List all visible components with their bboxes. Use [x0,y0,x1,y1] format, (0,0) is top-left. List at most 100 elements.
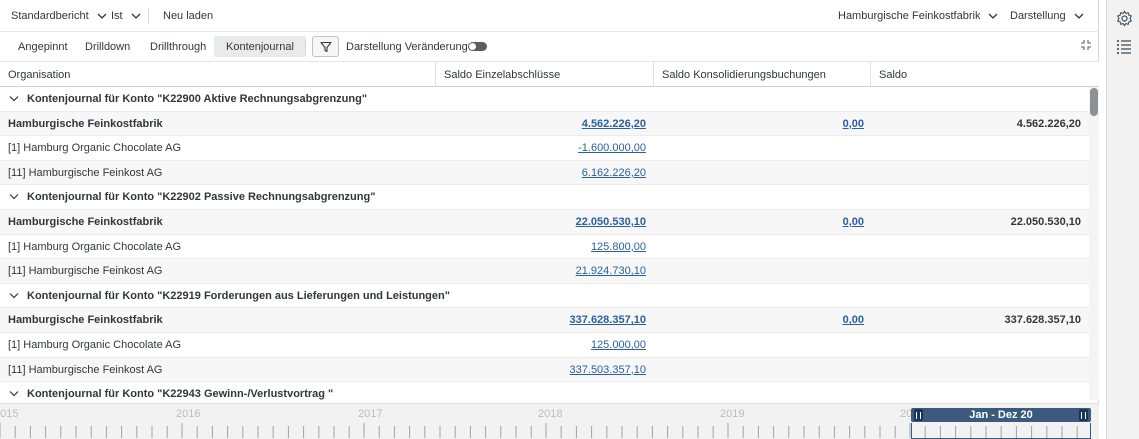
tab-angepinnt[interactable]: Angepinnt [6,36,80,57]
saldo-einzel-link[interactable]: 22.050.530,10 [576,216,646,228]
detail-row: [11] Hamburgische Feinkost AG 337.503.357… [0,357,1089,383]
gear-icon [1116,10,1132,26]
total-row: Hamburgische Feinkostfabrik 22.050.530,10… [0,209,1089,235]
chevron-down-icon[interactable] [9,95,19,103]
detail-row: [1] Hamburg Organic Chocolate AG 125.800,… [0,235,1089,260]
column-header-saldo[interactable]: Saldo [871,62,1099,87]
timeline-year: 2015 [0,408,19,420]
detail-row: [11] Hamburgische Feinkost AG 6.162.226,2… [0,160,1089,186]
total-row: Hamburgische Feinkostfabrik 4.562.226,20 0… [0,111,1089,137]
saldo-einzel-link[interactable]: 337.503.357,10 [570,364,646,376]
saldo-einzel-link[interactable]: 125.800,00 [591,241,646,253]
org-cell: Hamburgische Feinkostfabrik [8,314,163,327]
timeline-year: 2018 [538,408,563,420]
tab-label: Kontenjournal [226,40,294,53]
tab-drilldown[interactable]: Drilldown [73,36,142,57]
tab-label: Drilldown [85,40,131,53]
collapse-icon[interactable] [1080,39,1092,51]
timeline-range[interactable]: Jan - Dez 20 [911,408,1091,422]
chevron-down-icon [988,13,998,19]
group-label: Kontenjournal für Konto "K22943 Gewinn-/… [27,388,334,400]
column-header-label: Saldo Konsolidierungsbuchungen [662,68,826,81]
detail-row: [1] Hamburg Organic Chocolate AG 125.000,… [0,333,1089,358]
tab-drillthrough[interactable]: Drillthrough [138,36,218,57]
view-select[interactable]: Darstellung [1010,9,1084,23]
tab-kontenjournal[interactable]: Kontenjournal [214,36,306,57]
org-cell: [11] Hamburgische Feinkost AG [8,166,163,179]
saldo-kons-link[interactable]: 0,00 [843,314,864,326]
changes-toggle-label: Darstellung Veränderungen [346,41,480,53]
saldo-einzel-link[interactable]: 337.628.357,10 [570,314,646,326]
chevron-down-icon[interactable] [9,193,19,201]
settings-button[interactable] [1115,9,1133,27]
saldo-einzel-link[interactable]: 21.924.730,10 [576,265,646,277]
detail-row: [11] Hamburgische Feinkost AG 21.924.730,… [0,259,1089,284]
table-body: Kontenjournal für Konto "K22900 Aktive R… [0,87,1089,400]
saldo-kons-link[interactable]: 0,00 [843,216,864,228]
list-icon [1116,39,1131,54]
report-select-label: Standardbericht [11,10,89,22]
group-label: Kontenjournal für Konto "K22900 Aktive R… [27,93,368,105]
chevron-down-icon [1074,13,1084,19]
list-button[interactable] [1115,37,1133,55]
column-header-kons[interactable]: Saldo Konsolidierungsbuchungen [654,62,871,87]
version-select-label: Ist [111,10,123,22]
org-cell: Hamburgische Feinkostfabrik [8,215,163,228]
org-cell: [11] Hamburgische Feinkost AG [8,363,163,376]
column-header-organisation[interactable]: Organisation [0,62,436,87]
report-select[interactable]: Standardbericht [11,9,107,23]
timeline-year: 2016 [176,408,201,420]
saldo-cell: 4.562.226,20 [1016,117,1081,130]
group-label: Kontenjournal für Konto "K22919 Forderun… [27,289,450,302]
range-handle-left[interactable] [914,409,923,421]
saldo-cell: 22.050.530,10 [1010,215,1081,228]
group-row: Kontenjournal für Konto "K22900 Aktive R… [0,87,1089,112]
view-select-label: Darstellung [1010,10,1066,22]
entity-select-label: Hamburgische Feinkostfabrik [838,10,981,22]
chevron-down-icon [131,13,141,19]
reload-button-label: Neu laden [163,10,214,22]
reload-button[interactable]: Neu laden [163,9,213,23]
timeline-year: 2017 [358,408,383,420]
saldo-einzel-link[interactable]: 125.000,00 [591,339,646,351]
saldo-kons-link[interactable]: 0,00 [843,118,864,130]
main-panel: Standardbericht Ist Neu laden Hamburgisc… [0,0,1099,439]
tab-label: Angepinnt [18,40,68,53]
org-cell: [1] Hamburg Organic Chocolate AG [8,240,182,253]
detail-row: [1] Hamburg Organic Chocolate AG -1.600.0… [0,136,1089,161]
chevron-down-icon[interactable] [9,292,19,300]
column-header-label: Saldo [879,68,908,81]
group-row: Kontenjournal für Konto "K22943 Gewinn-/… [0,382,1089,400]
scrollbar-thumb[interactable] [1090,88,1098,116]
tab-toolbar: Angepinnt Drilldown Drillthrough Kontenj… [0,32,1099,62]
column-header-label: Saldo Einzelabschlüsse [444,68,561,81]
vertical-scrollbar[interactable] [1089,87,1099,400]
org-cell: [11] Hamburgische Feinkost AG [8,265,163,278]
chevron-down-icon [97,13,107,19]
timeline-year: 2019 [720,408,745,420]
changes-toggle[interactable] [468,42,487,51]
saldo-einzel-link[interactable]: 4.562.226,20 [582,118,646,130]
chevron-down-icon[interactable] [9,390,19,398]
toolbar-separator [148,8,149,24]
group-label: Kontenjournal für Konto "K22902 Passive … [27,191,376,204]
saldo-einzel-link[interactable]: 6.162.226,20 [582,167,646,179]
timeline-selection [911,423,1091,439]
saldo-einzel-link[interactable]: -1.600.000,00 [578,142,646,154]
filter-button[interactable] [312,36,339,57]
version-select[interactable]: Ist [111,9,141,23]
org-cell: [1] Hamburg Organic Chocolate AG [8,142,182,155]
top-toolbar: Standardbericht Ist Neu laden Hamburgisc… [0,0,1099,32]
entity-select[interactable]: Hamburgische Feinkostfabrik [838,9,998,23]
saldo-cell: 337.628.357,10 [1004,314,1081,327]
right-sidebar [1106,0,1139,439]
column-header-einzel[interactable]: Saldo Einzelabschlüsse [436,62,654,87]
tab-label: Drillthrough [150,40,207,53]
org-cell: Hamburgische Feinkostfabrik [8,117,163,130]
org-cell: [1] Hamburg Organic Chocolate AG [8,338,182,351]
total-row: Hamburgische Feinkostfabrik 337.628.357,1… [0,308,1089,333]
toolbar-separator [305,39,306,55]
range-handle-right[interactable] [1079,409,1088,421]
filter-icon [319,41,332,52]
timeline-slider[interactable]: 2015 2016 2017 2018 2019 20 Jan - Dez 20 [0,403,1099,439]
